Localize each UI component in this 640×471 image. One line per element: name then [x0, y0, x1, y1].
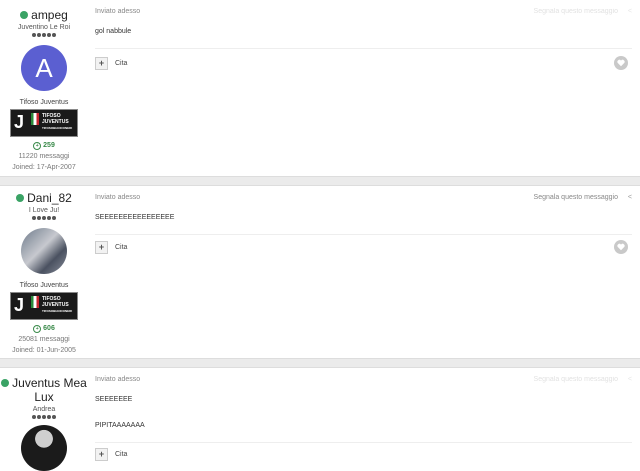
post-time[interactable]: Inviato adesso: [95, 194, 140, 201]
quote-button[interactable]: Cita: [115, 60, 127, 67]
post-separator: [0, 176, 640, 186]
post-time[interactable]: Inviato adesso: [95, 8, 140, 15]
author-title: I Love Ju!: [28, 207, 60, 214]
quote-button[interactable]: Cita: [115, 451, 127, 458]
share-icon[interactable]: <: [628, 8, 632, 15]
group-badge-image: J TIFOSO JUVENTUS TIFOSOBIANCONERI: [10, 109, 78, 137]
rank-pips: [0, 415, 88, 421]
author-name-row: Juventus Mea Lux: [0, 376, 88, 404]
joined-date: Joined: 01-Jun-2005: [12, 347, 76, 354]
divider: [95, 48, 632, 49]
author-name[interactable]: Juventus Mea Lux: [12, 376, 87, 404]
quote-button[interactable]: Cita: [115, 244, 127, 251]
share-icon[interactable]: <: [628, 376, 632, 383]
online-status-icon: [16, 194, 25, 202]
online-status-icon: [1, 379, 10, 387]
report-link[interactable]: Segnala questo messaggio: [534, 376, 618, 383]
plus-circle-icon: +: [33, 325, 42, 333]
post-body: Inviato adesso Segnala questo messaggio …: [95, 8, 632, 168]
author-title: Juventino Le Roi: [17, 24, 71, 31]
plus-icon[interactable]: +: [95, 57, 108, 70]
post-content: gol nabbule: [95, 28, 132, 35]
post-body: Inviato adesso Segnala questo messaggio …: [95, 376, 632, 465]
report-link[interactable]: Segnala questo messaggio: [534, 194, 618, 201]
group-badge-image: J TIFOSO JUVENTUS TIFOSOBIANCONERI: [10, 292, 78, 320]
heart-icon[interactable]: [614, 240, 628, 254]
reputation-badge[interactable]: +259: [0, 142, 88, 150]
reputation-badge[interactable]: +606: [0, 325, 88, 333]
plus-icon[interactable]: +: [95, 448, 108, 461]
author-name-row: ampeg: [0, 8, 88, 22]
post-content: SEEEEEEEEEEEEEEEE: [95, 214, 175, 221]
rank-pips: [0, 216, 88, 222]
author-name[interactable]: ampeg: [31, 8, 68, 22]
rank-pips: [0, 33, 88, 39]
post: Juventus Mea Lux Andrea Inviato adesso S…: [0, 368, 640, 471]
divider: [95, 234, 632, 235]
share-icon[interactable]: <: [628, 194, 632, 201]
avatar[interactable]: [21, 228, 67, 274]
member-group: Tifoso Juventus: [19, 99, 69, 106]
member-group: Tifoso Juventus: [19, 282, 69, 289]
online-status-icon: [20, 11, 29, 19]
post-count: 11220 messaggi: [18, 153, 70, 160]
author-name[interactable]: Dani_82: [27, 191, 72, 205]
plus-icon[interactable]: +: [95, 241, 108, 254]
avatar[interactable]: [21, 425, 67, 471]
report-link[interactable]: Segnala questo messaggio: [534, 8, 618, 15]
joined-date: Joined: 17-Apr-2007: [12, 164, 76, 171]
heart-icon[interactable]: [614, 56, 628, 70]
post-author: Juventus Mea Lux Andrea: [0, 376, 88, 471]
divider: [95, 442, 632, 443]
author-title: Andrea: [32, 406, 56, 413]
post-author: Dani_82 I Love Ju! Tifoso Juventus J TIF…: [0, 191, 88, 355]
author-name-row: Dani_82: [0, 191, 88, 205]
post-count: 25081 messaggi: [18, 336, 70, 343]
plus-circle-icon: +: [33, 142, 42, 150]
post-content: SEEEEEEE PIPITAAAAAAA: [95, 396, 145, 429]
post: Dani_82 I Love Ju! Tifoso Juventus J TIF…: [0, 186, 640, 358]
post-author: ampeg Juventino Le Roi A Tifoso Juventus…: [0, 8, 88, 172]
avatar[interactable]: A: [21, 45, 67, 91]
post-separator: [0, 358, 640, 368]
post-body: Inviato adesso Segnala questo messaggio …: [95, 194, 632, 354]
post-time[interactable]: Inviato adesso: [95, 376, 140, 383]
post: ampeg Juventino Le Roi A Tifoso Juventus…: [0, 0, 640, 176]
